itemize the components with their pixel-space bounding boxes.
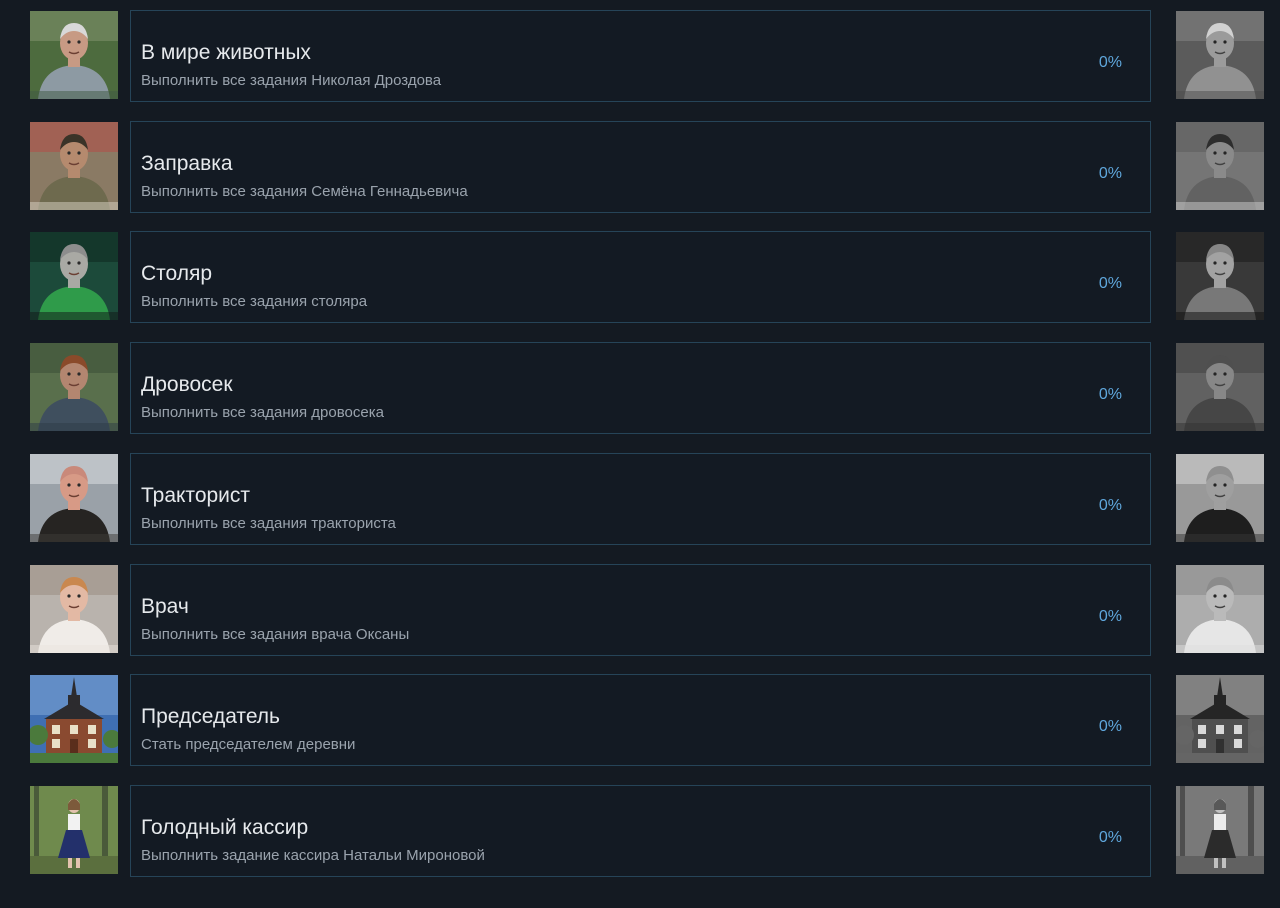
achievement-title: В мире животных xyxy=(141,41,311,64)
achievement-card[interactable]: Заправка Выполнить все задания Семёна Ге… xyxy=(130,121,1151,213)
achievement-image-locked xyxy=(1176,565,1264,653)
achievement-row: Дровосек Выполнить все задания дровосека… xyxy=(0,342,1280,437)
achievement-title: Дровосек xyxy=(141,373,233,396)
achievement-image-locked xyxy=(1176,343,1264,431)
achievement-card[interactable]: Голодный кассир Выполнить задание кассир… xyxy=(130,785,1151,877)
achievement-image-locked xyxy=(1176,232,1264,320)
achievement-image-locked xyxy=(1176,11,1264,99)
achievement-row: Врач Выполнить все задания врача Оксаны … xyxy=(0,564,1280,659)
achievement-card[interactable]: Председатель Стать председателем деревни… xyxy=(130,674,1151,766)
achievement-progress: 0% xyxy=(1098,275,1122,292)
achievement-row: В мире животных Выполнить все задания Ни… xyxy=(0,10,1280,105)
achievement-card[interactable]: Дровосек Выполнить все задания дровосека… xyxy=(130,342,1151,434)
achievement-progress: 0% xyxy=(1098,54,1122,71)
achievement-description: Выполнить все задания Николая Дроздова xyxy=(141,72,442,89)
achievement-title: Столяр xyxy=(141,262,213,285)
achievement-row: Столяр Выполнить все задания столяра 0% xyxy=(0,231,1280,326)
achievement-image-locked xyxy=(1176,786,1264,874)
achievement-title: Врач xyxy=(141,595,189,618)
achievement-description: Выполнить все задания столяра xyxy=(141,293,368,310)
achievement-image xyxy=(30,786,118,874)
achievement-image-locked xyxy=(1176,122,1264,210)
achievement-title: Председатель xyxy=(141,705,280,728)
achievement-progress: 0% xyxy=(1098,165,1122,182)
achievement-description: Выполнить все задания дровосека xyxy=(141,404,384,421)
achievement-row: Тракторист Выполнить все задания трактор… xyxy=(0,453,1280,548)
achievement-image xyxy=(30,565,118,653)
achievement-image xyxy=(30,232,118,320)
achievement-title: Голодный кассир xyxy=(141,816,309,839)
achievement-description: Стать председателем деревни xyxy=(141,736,356,753)
achievement-progress: 0% xyxy=(1098,386,1122,403)
achievement-progress: 0% xyxy=(1098,829,1122,846)
achievement-image xyxy=(30,454,118,542)
achievement-image xyxy=(30,11,118,99)
achievement-image xyxy=(30,343,118,431)
achievement-title: Тракторист xyxy=(141,484,251,507)
achievement-description: Выполнить все задания Семёна Геннадьевич… xyxy=(141,183,468,200)
achievement-list: В мире животных Выполнить все задания Ни… xyxy=(0,0,1280,908)
achievement-card[interactable]: Тракторист Выполнить все задания трактор… xyxy=(130,453,1151,545)
achievement-image xyxy=(30,122,118,210)
achievement-description: Выполнить задание кассира Натальи Мироно… xyxy=(141,847,485,864)
achievement-row: Председатель Стать председателем деревни… xyxy=(0,674,1280,769)
achievement-row: Голодный кассир Выполнить задание кассир… xyxy=(0,785,1280,880)
achievement-card[interactable]: Столяр Выполнить все задания столяра 0% xyxy=(130,231,1151,323)
achievement-progress: 0% xyxy=(1098,608,1122,625)
achievement-card[interactable]: В мире животных Выполнить все задания Ни… xyxy=(130,10,1151,102)
achievement-progress: 0% xyxy=(1098,718,1122,735)
achievement-image-locked xyxy=(1176,454,1264,542)
achievement-description: Выполнить все задания тракториста xyxy=(141,515,396,532)
achievement-row: Заправка Выполнить все задания Семёна Ге… xyxy=(0,121,1280,216)
achievement-image xyxy=(30,675,118,763)
achievement-card[interactable]: Врач Выполнить все задания врача Оксаны … xyxy=(130,564,1151,656)
achievement-progress: 0% xyxy=(1098,497,1122,514)
achievement-image-locked xyxy=(1176,675,1264,763)
achievement-title: Заправка xyxy=(141,152,233,175)
achievement-description: Выполнить все задания врача Оксаны xyxy=(141,626,410,643)
